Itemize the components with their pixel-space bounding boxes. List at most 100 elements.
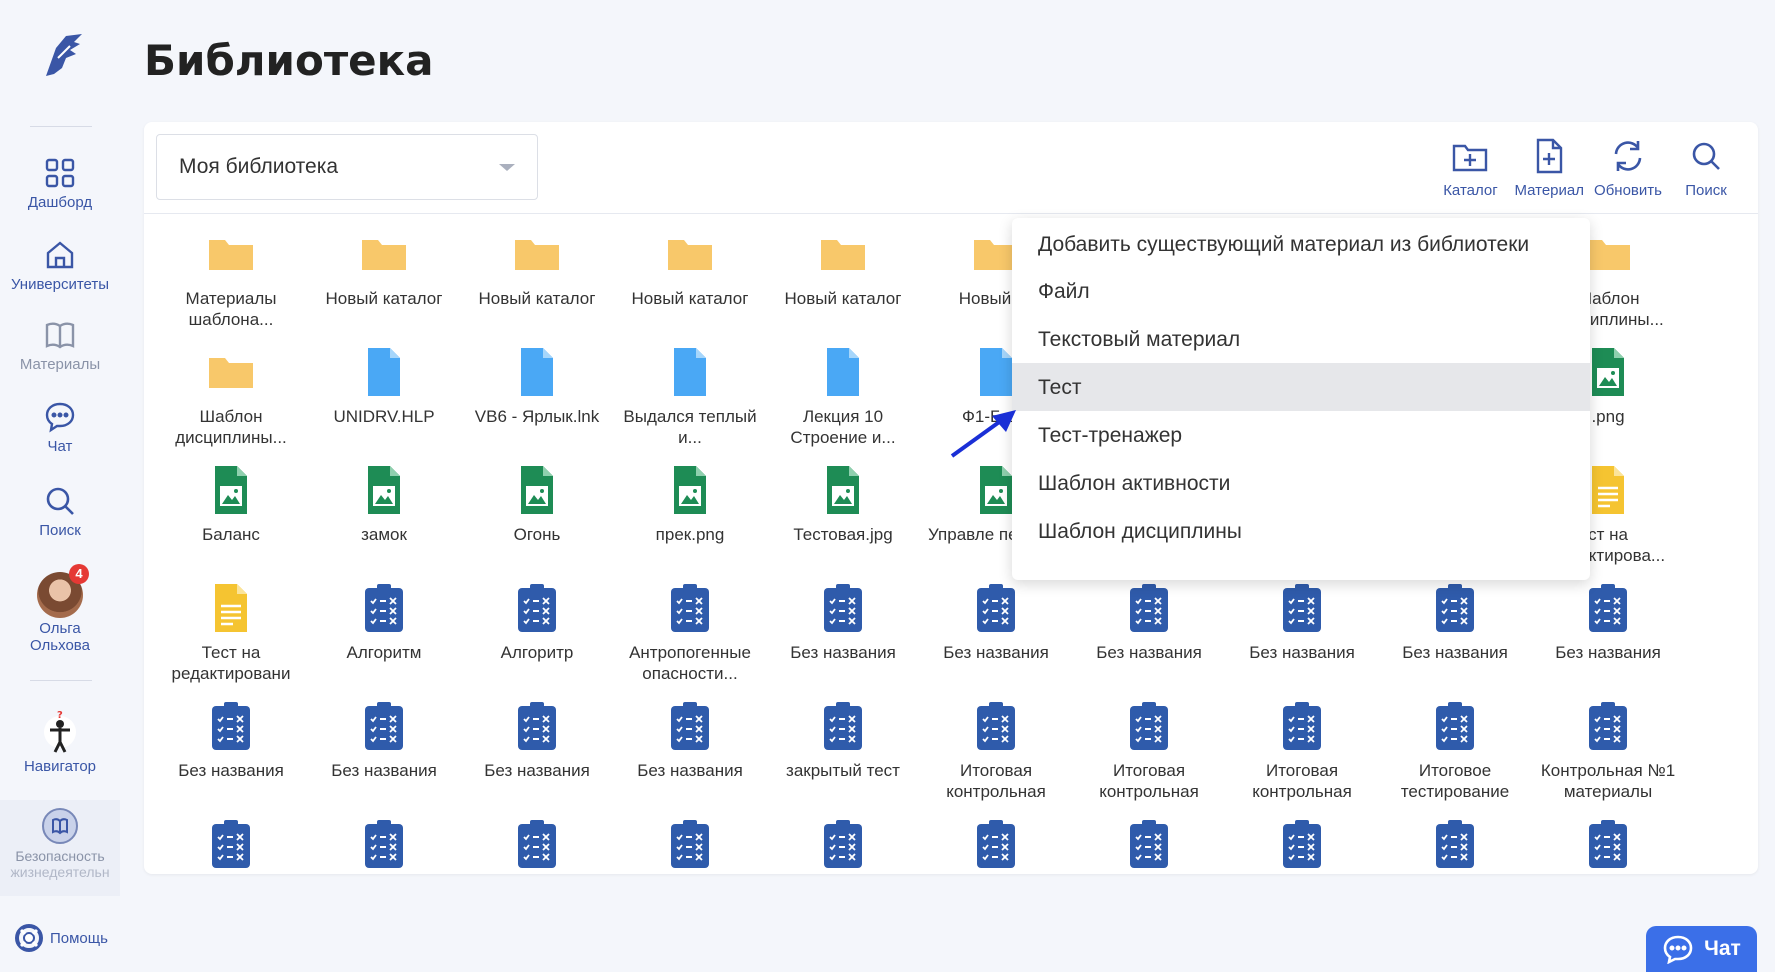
library-item-file[interactable]: Выдался теплый и...: [615, 344, 765, 450]
library-item-test[interactable]: Итоговая контрольная: [1074, 698, 1224, 804]
menu-item-activity-template[interactable]: Шаблон активности: [1012, 459, 1590, 507]
library-item-test[interactable]: [156, 816, 306, 874]
test-checklist-icon: [1283, 584, 1321, 632]
library-item-test[interactable]: Итоговая контрольная: [921, 698, 1071, 804]
add-material-menu: Добавить существующий материал из библио…: [1012, 218, 1590, 580]
library-item-test[interactable]: [1227, 816, 1377, 874]
library-item-test[interactable]: [1074, 816, 1224, 874]
library-item-test[interactable]: Алгоритр: [462, 580, 612, 686]
sidebar: Дашборд Университеты Материалы Чат Поиск…: [0, 0, 120, 972]
image-file-icon: [521, 466, 553, 514]
sidebar-item-dashboard[interactable]: Дашборд: [0, 156, 120, 211]
menu-item-add-existing[interactable]: Добавить существующий материал из библио…: [1012, 224, 1590, 267]
sidebar-item-universities[interactable]: Университеты: [0, 238, 120, 293]
library-item-label: Новый каталог: [784, 289, 902, 308]
refresh-button[interactable]: Обновить: [1594, 136, 1662, 199]
library-item-image[interactable]: Тестовая.jpg: [768, 462, 918, 568]
library-item-test[interactable]: Антропогенные опасности...: [615, 580, 765, 686]
library-item-folder[interactable]: Шаблон дисциплины...: [156, 344, 306, 450]
test-checklist-icon: [1436, 584, 1474, 632]
menu-item-test-trainer[interactable]: Тест-тренажер: [1012, 411, 1590, 459]
library-item-label: VB6 - Ярлык.lnk: [474, 407, 600, 426]
library-item-test[interactable]: [1380, 816, 1530, 874]
test-checklist-icon: [1436, 702, 1474, 750]
folder-plus-icon: [1453, 144, 1488, 172]
test-checklist-icon: [824, 820, 862, 868]
test-checklist-icon: [824, 584, 862, 632]
menu-item-test[interactable]: Тест: [1012, 363, 1590, 411]
library-item-test[interactable]: Без названия: [1227, 580, 1377, 686]
logo-icon[interactable]: [32, 28, 88, 84]
library-item-label: Без названия: [178, 761, 284, 780]
sidebar-item-label: Дашборд: [27, 194, 93, 211]
library-item-test[interactable]: Без названия: [768, 580, 918, 686]
library-item-test[interactable]: Без названия: [156, 698, 306, 804]
chat-button-label: Чат: [1704, 937, 1741, 960]
menu-item-text-material[interactable]: Текстовый материал: [1012, 315, 1590, 363]
library-item-test[interactable]: закрытый тест: [768, 698, 918, 804]
library-item-test[interactable]: [309, 816, 459, 874]
home-icon: [46, 241, 74, 269]
library-item-test[interactable]: Итоговая контрольная: [1227, 698, 1377, 804]
help-link[interactable]: Помощь: [14, 923, 108, 953]
course-book-icon: [42, 808, 78, 844]
menu-item-discipline-template[interactable]: Шаблон дисциплины: [1012, 507, 1590, 555]
library-item-folder[interactable]: Новый каталог: [462, 226, 612, 332]
sidebar-item-search[interactable]: Поиск: [0, 484, 120, 539]
library-item-test[interactable]: Без названия: [1074, 580, 1224, 686]
library-item-doc[interactable]: Тест на редактировани: [156, 580, 306, 686]
library-item-image[interactable]: Баланс: [156, 462, 306, 568]
library-item-file[interactable]: Лекция 10 Строение и...: [768, 344, 918, 450]
sidebar-item-course[interactable]: Безопасность жизнедеятельн: [0, 800, 120, 896]
folder-icon: [362, 240, 406, 270]
library-item-image[interactable]: замок: [309, 462, 459, 568]
test-checklist-icon: [671, 820, 709, 868]
library-item-folder[interactable]: Новый каталог: [615, 226, 765, 332]
library-item-test[interactable]: Без названия: [1380, 580, 1530, 686]
library-item-label: Антропогенные опасности...: [629, 643, 751, 683]
library-item-test[interactable]: [1533, 816, 1683, 874]
library-item-test[interactable]: Без названия: [921, 580, 1071, 686]
sidebar-user-profile[interactable]: 4 Ольга Ольхова: [0, 564, 120, 654]
folder-icon: [515, 240, 559, 270]
library-item-image[interactable]: прек.png: [615, 462, 765, 568]
library-item-test[interactable]: Итоговое тестирование: [1380, 698, 1530, 804]
library-select[interactable]: Моя библиотека: [156, 134, 538, 200]
library-item-folder[interactable]: Новый каталог: [768, 226, 918, 332]
avatar[interactable]: 4: [37, 564, 89, 618]
library-item-test[interactable]: Без названия: [615, 698, 765, 804]
library-item-test[interactable]: [768, 816, 918, 874]
test-checklist-icon: [365, 702, 403, 750]
sidebar-item-materials[interactable]: Материалы: [0, 318, 120, 373]
test-checklist-icon: [518, 702, 556, 750]
chat-button[interactable]: Чат: [1646, 926, 1757, 972]
library-item-label: Тест на редактировани: [171, 643, 291, 683]
toolbar-search-button[interactable]: Поиск: [1672, 136, 1740, 199]
library-item-folder[interactable]: Новый каталог: [309, 226, 459, 332]
library-item-image[interactable]: Огонь: [462, 462, 612, 568]
library-item-test[interactable]: [462, 816, 612, 874]
library-item-test[interactable]: Алгоритм: [309, 580, 459, 686]
chat-bubble-icon: [1663, 935, 1693, 964]
library-item-test[interactable]: Без названия: [309, 698, 459, 804]
add-material-button[interactable]: Материал: [1514, 136, 1584, 199]
library-item-file[interactable]: VB6 - Ярлык.lnk: [462, 344, 612, 450]
file-icon: [827, 348, 859, 396]
library-item-test[interactable]: Контрольная №1 материалы: [1533, 698, 1683, 804]
sidebar-item-navigator[interactable]: ? Навигатор: [0, 708, 120, 775]
library-item-label: Итоговая контрольная: [946, 761, 1046, 801]
library-item-folder[interactable]: Материалы шаблона...: [156, 226, 306, 332]
library-item-test[interactable]: [921, 816, 1071, 874]
library-item-test[interactable]: Без названия: [1533, 580, 1683, 686]
library-item-test[interactable]: Без названия: [462, 698, 612, 804]
library-item-label: Без названия: [331, 761, 437, 780]
library-select-value: Моя библиотека: [179, 155, 339, 178]
pointer-arrow-icon: [950, 410, 1016, 458]
test-checklist-icon: [1130, 820, 1168, 868]
test-checklist-icon: [518, 820, 556, 868]
menu-item-file[interactable]: Файл: [1012, 267, 1590, 315]
add-catalog-button[interactable]: Каталог: [1436, 136, 1504, 199]
library-item-file[interactable]: UNIDRV.HLP: [309, 344, 459, 450]
sidebar-item-chat[interactable]: Чат: [0, 400, 120, 455]
library-item-test[interactable]: [615, 816, 765, 874]
